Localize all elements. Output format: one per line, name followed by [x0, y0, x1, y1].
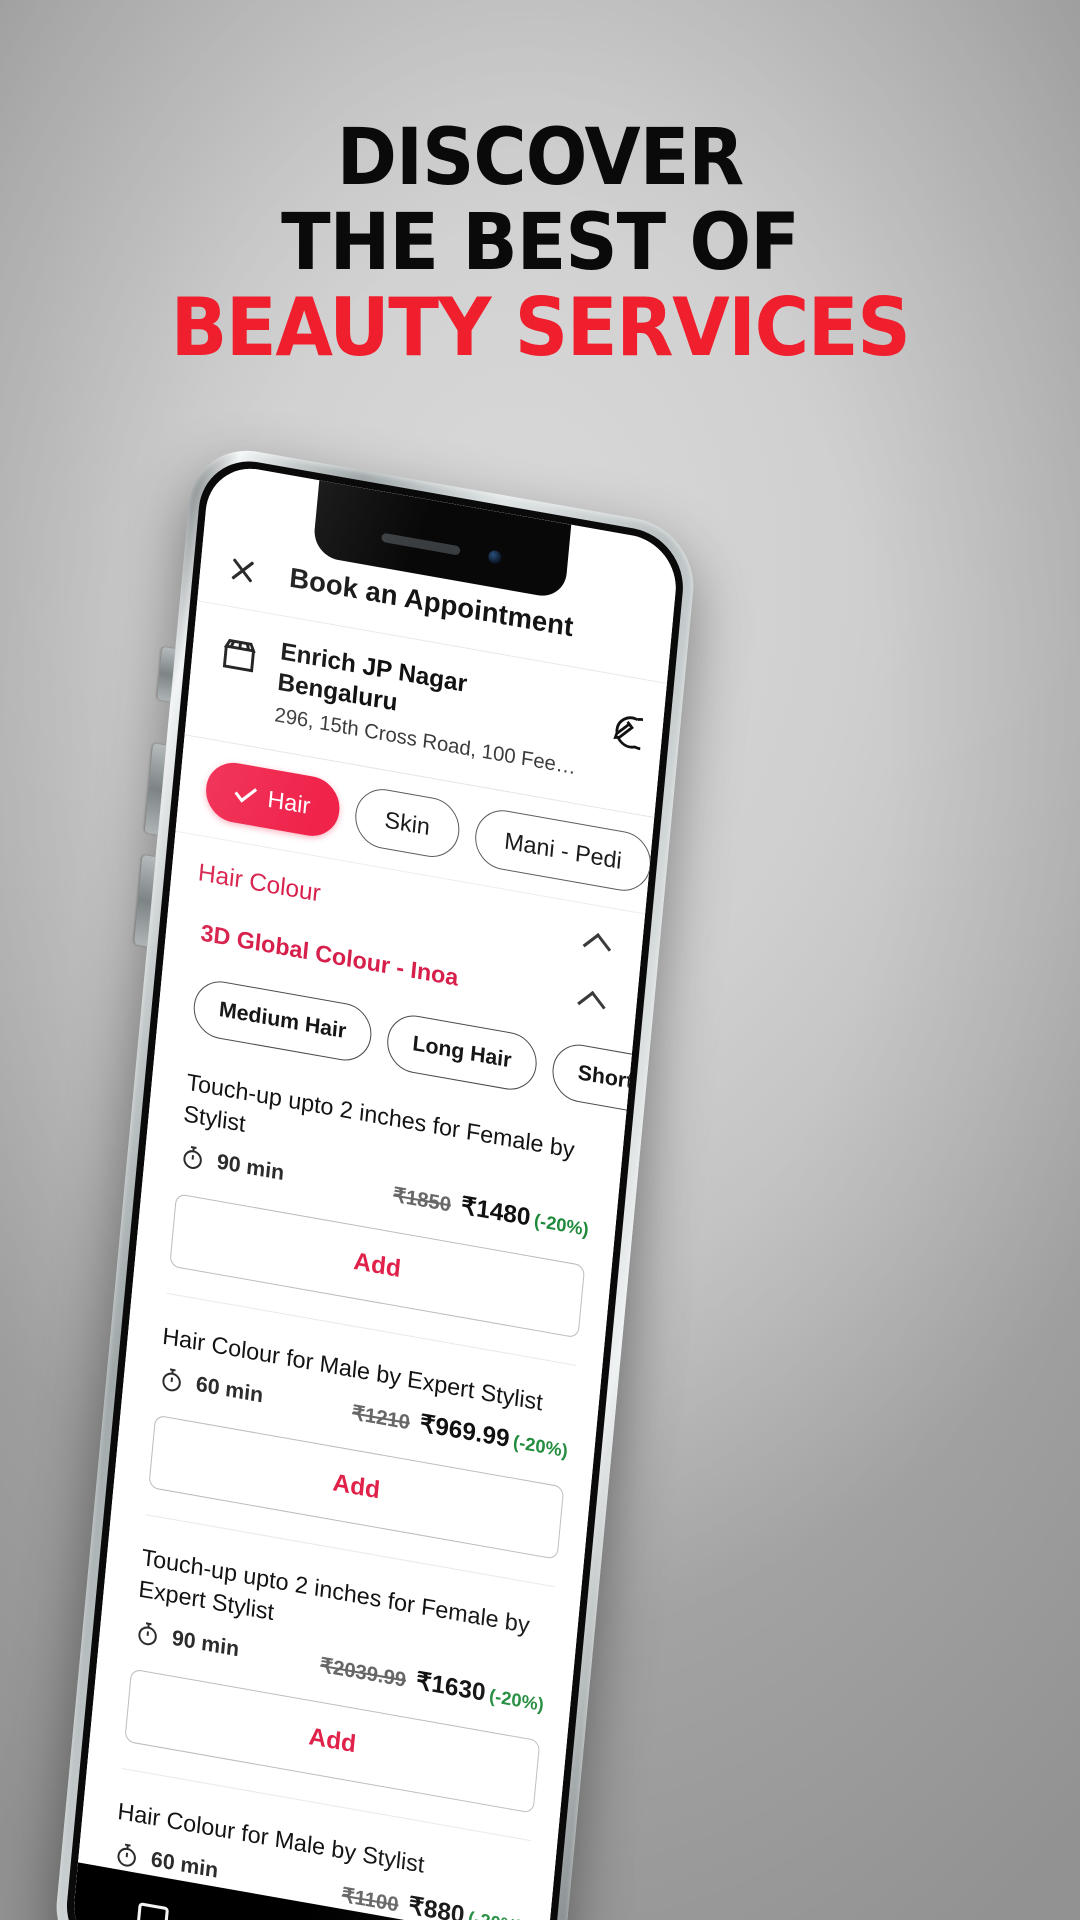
length-chip-label: Short Hair: [576, 1060, 681, 1103]
timer-icon: [183, 1146, 202, 1170]
service-final-price: ₹1630: [414, 1667, 487, 1707]
chevron-up-icon[interactable]: [577, 990, 606, 1020]
front-camera-icon: [487, 548, 502, 565]
service-final-price: ₹880: [407, 1891, 466, 1920]
timer-icon: [117, 1844, 136, 1867]
poster-headline: DISCOVER THE BEST OF BEAUTY SERVICES: [0, 113, 1080, 375]
category-chip-label: Mani - Pedi: [503, 826, 623, 874]
service-discount: (-20%): [512, 1431, 569, 1462]
length-chip-short-hair[interactable]: Short Hair: [549, 1040, 681, 1124]
service-discount: (-20%): [488, 1685, 545, 1716]
service-mrp: ₹2039.99: [319, 1654, 408, 1692]
service-duration: 90 min: [178, 1143, 285, 1188]
timer-icon: [138, 1621, 157, 1645]
square-recents-icon[interactable]: [135, 1902, 170, 1920]
service-duration-label: 90 min: [170, 1625, 241, 1661]
chevron-up-icon[interactable]: [582, 932, 612, 962]
service-discount: (-20%): [467, 1908, 523, 1920]
length-chip-label: Medium Hair: [218, 997, 348, 1044]
close-icon[interactable]: [226, 552, 259, 588]
edit-location-icon[interactable]: [601, 708, 657, 758]
service-discount: (-20%): [533, 1209, 590, 1240]
headline-line-3: BEAUTY SERVICES: [170, 281, 911, 375]
category-chip-label: Hair: [266, 784, 312, 819]
service-duration-label: 60 min: [194, 1372, 265, 1408]
service-mrp: ₹1850: [392, 1183, 452, 1217]
service-final-price: ₹1480: [459, 1191, 532, 1232]
timer-icon: [162, 1368, 181, 1392]
headline-line-2: THE BEST OF: [281, 198, 800, 289]
phone-mockup: Book an Appointment Enrich JP Nagar Beng…: [50, 440, 719, 1920]
category-chip-skin[interactable]: Skin: [352, 784, 462, 862]
category-chip-mani-pedi[interactable]: Mani - Pedi: [472, 805, 654, 896]
service-duration-label: 90 min: [215, 1150, 286, 1186]
service-duration: 90 min: [133, 1618, 240, 1663]
service-final-price: ₹969.99: [418, 1410, 511, 1454]
add-button-label: Add: [352, 1247, 403, 1283]
check-icon: [234, 781, 258, 803]
earpiece-speaker-icon: [380, 532, 461, 556]
length-chip-label: Long Hair: [411, 1031, 513, 1073]
service-mrp: ₹1210: [351, 1402, 411, 1435]
category-chip-hair[interactable]: Hair: [203, 758, 343, 841]
service-duration: 60 min: [157, 1365, 264, 1410]
headline-line-1: DISCOVER: [336, 113, 744, 203]
storefront-icon: [217, 634, 261, 683]
add-button-label: Add: [331, 1469, 382, 1505]
section-title: Hair Colour: [196, 858, 322, 908]
category-chip-label: Skin: [383, 805, 432, 840]
add-button-label: Add: [307, 1722, 358, 1759]
